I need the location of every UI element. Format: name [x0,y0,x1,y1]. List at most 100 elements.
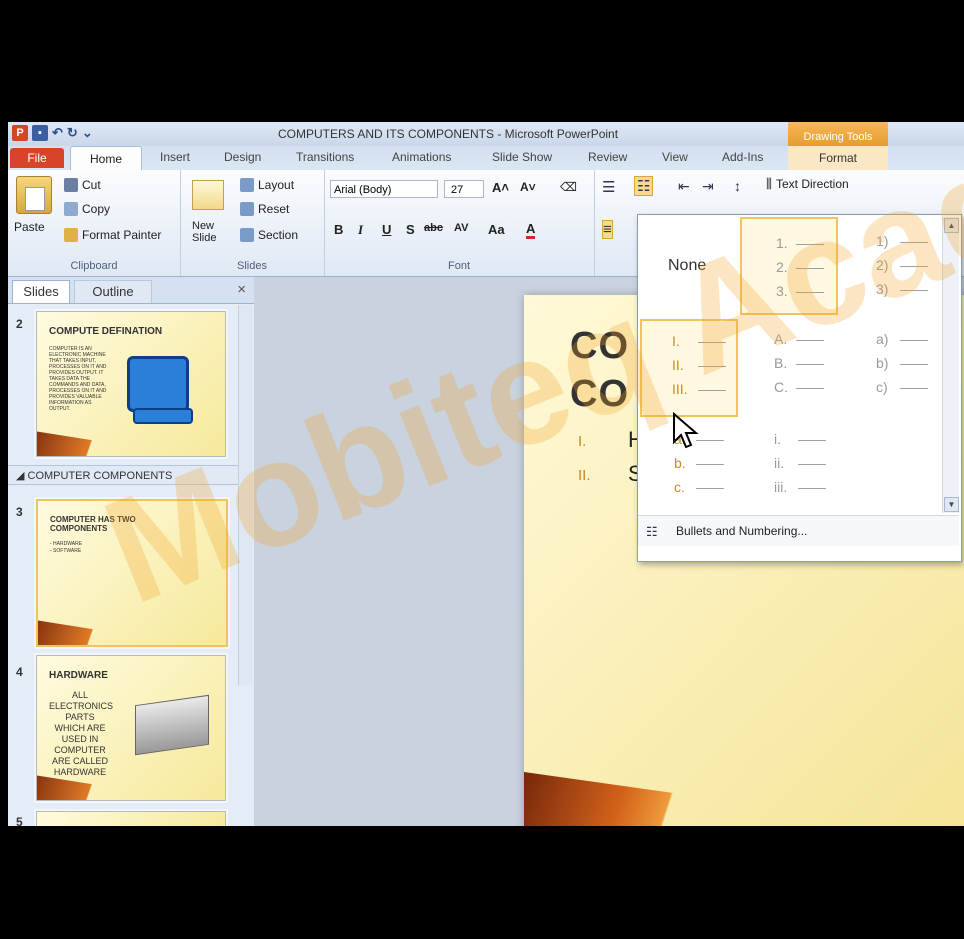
copy-label: Copy [82,202,111,216]
customize-qat-icon[interactable]: ⌄ [82,125,93,141]
tab-add-ins[interactable]: Add-Ins [722,150,763,164]
tab-transitions[interactable]: Transitions [296,150,354,164]
bullets-and-numbering-label: Bullets and Numbering... [676,524,808,538]
paintbrush-icon [64,228,78,242]
line-spacing-icon[interactable]: ↕ [734,178,741,194]
strikethrough-button[interactable]: abc [424,222,443,234]
tab-review[interactable]: Review [588,150,627,164]
numbering-icon[interactable]: ☷ [634,176,654,196]
gallery-scrollbar[interactable]: ▲ ▼ [942,217,959,513]
text-direction-button[interactable]: ⫼ Text Direction [766,176,849,192]
numbering-lower-roman[interactable]: i. ii. iii. —— —— —— [740,419,838,517]
scroll-down-icon[interactable]: ▼ [944,497,959,512]
computer-set-clipart-icon [135,694,209,756]
align-left-icon[interactable]: ≡ [602,220,613,239]
slides-pane-scrollbar[interactable] [238,305,253,685]
decrease-indent-icon[interactable]: ⇤ [678,178,690,195]
numbering-label: b. [674,455,686,471]
cut-label: Cut [82,178,101,192]
numbering-label: iii. [774,479,788,495]
tab-view[interactable]: View [662,150,688,164]
scroll-up-icon[interactable]: ▲ [944,218,959,233]
tab-file[interactable]: File [10,148,64,168]
numbering-label: II. [672,357,684,373]
slide-thumbnail-5[interactable] [36,811,226,826]
bullets-and-numbering-option[interactable]: ☷ Bullets and Numbering... [638,515,959,546]
numbering-upper-alpha[interactable]: A. B. C. —— —— —— [740,319,838,417]
new-slide-icon[interactable] [192,180,224,210]
slide-thumbnail-2[interactable]: COMPUTE DEFINATION COMPUTER IS AN ELECTR… [36,311,226,457]
cut-button[interactable]: Cut [64,178,101,192]
shrink-font-button[interactable]: A˅ [520,180,536,194]
underline-button[interactable]: U [382,222,391,237]
numbering-lower-alpha-paren[interactable]: a) b) c) —— —— —— [842,319,940,417]
text-direction-icon: ⫼ [766,176,772,191]
tab-slide-show[interactable]: Slide Show [492,150,552,164]
close-pane-icon[interactable]: × [237,281,246,298]
layout-button[interactable]: Layout [240,178,294,192]
save-icon[interactable]: ▪ [32,125,48,141]
tab-animations[interactable]: Animations [392,150,451,164]
slides-group: New Slide Layout Reset Section Slides [180,170,325,276]
paste-icon[interactable] [16,176,52,214]
section-label: Section [258,228,299,242]
new-slide-button[interactable]: New Slide [192,220,228,244]
undo-icon[interactable]: ↶ [52,125,63,141]
slide-title-line1[interactable]: CO [570,325,629,368]
font-name-box[interactable]: Arial (Body) [330,180,438,198]
tab-format[interactable]: Format [788,146,888,170]
thumbnail-title: HARDWARE [49,670,108,681]
paste-button[interactable]: Paste [14,220,45,234]
tab-home[interactable]: Home [70,146,142,171]
powerpoint-app-icon[interactable]: P [12,125,28,141]
increase-indent-icon[interactable]: ⇥ [702,178,714,195]
grow-font-button[interactable]: A˄ [492,180,509,195]
redo-icon[interactable]: ↻ [67,125,78,141]
numbering-label: i. [774,431,781,447]
slide-thumbnail-3[interactable]: COMPUTER HAS TWO COMPONENTS - HARDWARE -… [36,499,228,647]
numbering-upper-roman[interactable]: I. II. III. —— —— —— [640,319,738,417]
tab-slides[interactable]: Slides [12,280,70,303]
numbering-none[interactable]: None [638,215,736,313]
character-spacing-button[interactable]: AV [454,222,468,234]
numbered-list-icon: ☷ [646,524,658,539]
clear-formatting-icon[interactable]: ⌫ [560,180,577,194]
collapse-section-icon[interactable]: ◢ [16,470,28,482]
section-icon [240,228,254,242]
keyboard-clipart-icon [133,408,193,424]
bold-button[interactable]: B [334,222,343,237]
change-case-button[interactable]: Aa [488,222,505,237]
font-size-box[interactable]: 27 [444,180,484,198]
bullet-number: I. [578,433,587,450]
numbering-label: 1) [876,233,889,249]
clipboard-group-label: Clipboard [70,260,118,272]
thumbnail-body: ALL ELECTRONICS PARTS WHICH ARE USED IN … [49,690,114,777]
bullets-icon[interactable]: ☰ [602,178,615,196]
tab-insert[interactable]: Insert [160,150,190,164]
numbering-gallery: None 1. 2. 3. —— —— —— 1) 2) 3) —— —— —— I. … [637,214,962,562]
numbering-label: A. [774,331,788,347]
slides-group-label: Slides [237,260,267,272]
numbering-label: 2) [876,257,889,273]
format-painter-button[interactable]: Format Painter [64,228,161,242]
reset-button[interactable]: Reset [240,202,289,216]
numbering-arabic-period[interactable]: 1. 2. 3. —— —— —— [740,217,838,315]
tab-outline[interactable]: Outline [74,280,152,303]
slide-title-line2[interactable]: CO [570,373,629,416]
numbering-label: III. [672,381,688,397]
numbering-label: 3. [776,283,788,299]
slide-number: 5 [16,815,23,826]
copy-button[interactable]: Copy [64,202,110,216]
layout-label: Layout [258,178,295,192]
section-header[interactable]: ◢ COMPUTER COMPONENTS [8,465,248,485]
numbering-label: 3) [876,281,889,297]
numbering-arabic-paren[interactable]: 1) 2) 3) —— —— —— [842,217,940,315]
shadow-button[interactable]: S [406,222,415,237]
slide-number: 2 [16,317,23,331]
slide-thumbnail-4[interactable]: HARDWARE ALL ELECTRONICS PARTS WHICH ARE… [36,655,226,801]
font-color-button[interactable]: A [526,222,536,239]
tab-design[interactable]: Design [224,150,261,164]
italic-button[interactable]: I [358,222,363,238]
section-button[interactable]: Section [240,228,298,242]
ribbon-tabs: File Home Insert Design Transitions Anim… [8,146,964,171]
